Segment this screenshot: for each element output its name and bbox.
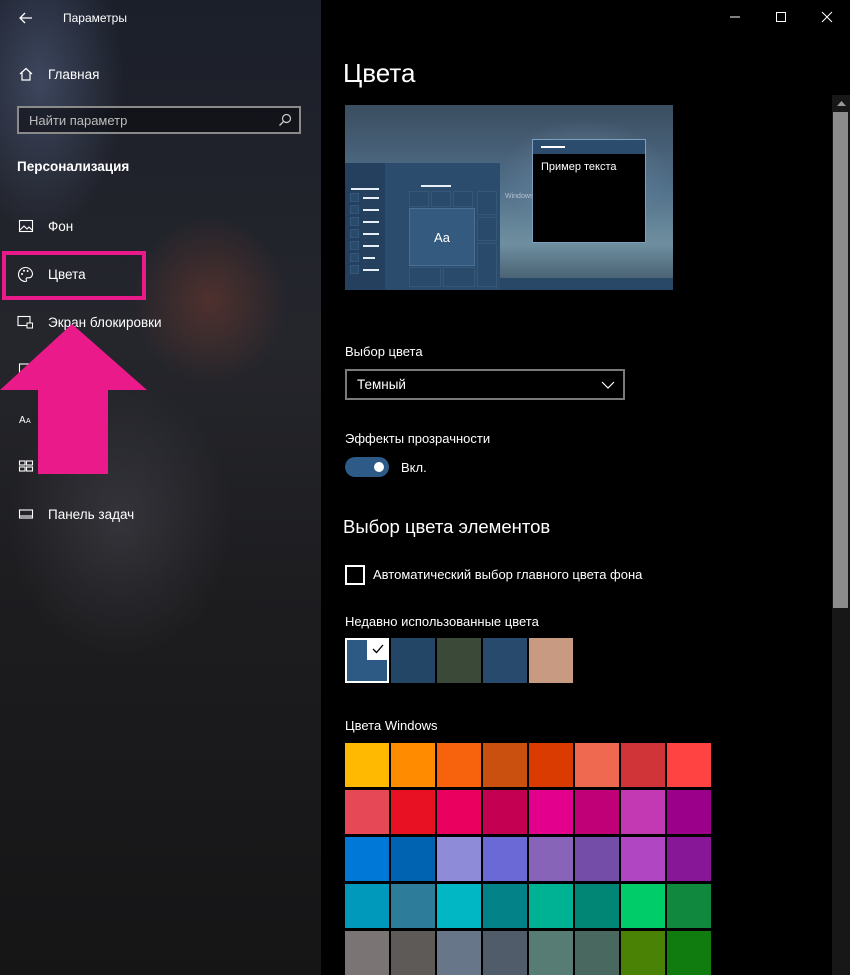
accent-color-swatch[interactable]	[575, 884, 619, 928]
search-input[interactable]	[19, 111, 277, 129]
home-label: Главная	[48, 66, 100, 82]
scroll-up-button[interactable]	[832, 95, 850, 111]
chevron-down-icon	[601, 381, 615, 389]
maximize-button[interactable]	[758, 0, 804, 34]
accent-color-swatch[interactable]	[575, 743, 619, 787]
home-icon	[17, 66, 34, 83]
close-icon	[821, 11, 833, 23]
transparency-label: Эффекты прозрачности	[345, 431, 491, 446]
accent-color-swatch[interactable]	[667, 743, 711, 787]
preview-windows-logo-text: Windows	[505, 193, 534, 200]
accent-color-swatch[interactable]	[667, 884, 711, 928]
transparency-state: Вкл.	[401, 460, 427, 475]
accent-color-swatch[interactable]	[345, 790, 389, 834]
recent-color-swatch[interactable]	[391, 638, 435, 683]
color-mode-dropdown[interactable]: Темный	[345, 369, 625, 400]
accent-color-swatch[interactable]	[621, 884, 665, 928]
accent-color-swatch[interactable]	[391, 884, 435, 928]
accent-color-swatch[interactable]	[437, 837, 481, 881]
color-choice-label: Выбор цвета	[345, 344, 423, 359]
window-controls	[712, 0, 850, 34]
accent-color-swatch[interactable]	[345, 837, 389, 881]
accent-color-swatch[interactable]	[483, 884, 527, 928]
scrollbar-thumb[interactable]	[833, 112, 848, 608]
back-arrow-icon[interactable]	[16, 8, 36, 28]
recent-color-swatch[interactable]	[483, 638, 527, 683]
accent-color-swatch[interactable]	[437, 743, 481, 787]
maximize-icon	[776, 12, 786, 22]
search-icon[interactable]	[277, 112, 293, 128]
transparency-toggle[interactable]	[345, 457, 389, 477]
sidebar-item-background[interactable]: Фон	[17, 216, 73, 236]
preview-taskbar	[500, 278, 673, 290]
minimize-icon	[730, 16, 740, 18]
accent-color-swatch[interactable]	[391, 790, 435, 834]
search-box[interactable]	[17, 106, 301, 134]
window-title: Параметры	[63, 11, 127, 25]
navigation-pane: Параметры Главная Персонализация Фон Цве…	[0, 0, 321, 975]
chevron-up-icon	[836, 101, 846, 106]
accent-color-swatch[interactable]	[437, 931, 481, 975]
close-button[interactable]	[804, 0, 850, 34]
accent-color-swatch[interactable]	[621, 743, 665, 787]
preview-tile-text: Aa	[409, 208, 475, 266]
color-mode-value: Темный	[357, 377, 406, 392]
accent-color-swatch[interactable]	[391, 931, 435, 975]
recent-color-swatch[interactable]	[345, 638, 389, 683]
auto-accent-checkbox[interactable]	[345, 565, 365, 585]
accent-color-swatch[interactable]	[529, 884, 573, 928]
accent-color-swatch[interactable]	[529, 931, 573, 975]
checkmark-icon	[367, 638, 389, 660]
preview-window: Пример текста	[532, 139, 646, 243]
accent-color-swatch[interactable]	[437, 884, 481, 928]
accent-color-swatch[interactable]	[621, 790, 665, 834]
sidebar-item-taskbar[interactable]: Панель задач	[17, 504, 134, 524]
windows-colors-label: Цвета Windows	[345, 718, 438, 733]
picture-icon	[17, 218, 34, 235]
accent-color-swatch[interactable]	[621, 837, 665, 881]
accent-color-swatch[interactable]	[483, 743, 527, 787]
page-title: Цвета	[343, 58, 416, 88]
accent-color-swatch[interactable]	[345, 884, 389, 928]
accent-color-swatch[interactable]	[529, 743, 573, 787]
recent-color-swatch[interactable]	[529, 638, 573, 683]
windows-colors-grid	[345, 743, 711, 975]
preview-sample-text: Пример текста	[541, 161, 617, 173]
accent-color-swatch[interactable]	[575, 837, 619, 881]
taskbar-icon	[17, 506, 34, 523]
accent-color-swatch[interactable]	[529, 790, 573, 834]
accent-color-swatch[interactable]	[667, 837, 711, 881]
recent-colors	[345, 638, 573, 683]
section-title: Персонализация	[17, 159, 130, 174]
minimize-button[interactable]	[712, 0, 758, 34]
home-link[interactable]: Главная	[17, 64, 99, 84]
accent-color-swatch[interactable]	[483, 837, 527, 881]
accent-color-swatch[interactable]	[483, 931, 527, 975]
theme-preview: Aa Windows Пример текста	[345, 105, 673, 290]
accent-color-swatch[interactable]	[483, 790, 527, 834]
accent-color-swatch[interactable]	[437, 790, 481, 834]
highlight-annotation	[2, 251, 146, 300]
accent-section-title: Выбор цвета элементов	[343, 516, 551, 537]
pointer-arrow-annotation	[0, 324, 147, 474]
accent-color-swatch[interactable]	[391, 837, 435, 881]
accent-color-swatch[interactable]	[345, 743, 389, 787]
accent-color-swatch[interactable]	[621, 931, 665, 975]
accent-color-swatch[interactable]	[667, 790, 711, 834]
recent-color-swatch[interactable]	[437, 638, 481, 683]
accent-color-swatch[interactable]	[345, 931, 389, 975]
auto-accent-label: Автоматический выбор главного цвета фона	[373, 567, 643, 582]
accent-color-swatch[interactable]	[391, 743, 435, 787]
accent-color-swatch[interactable]	[575, 931, 619, 975]
recent-colors-label: Недавно использованные цвета	[345, 614, 539, 629]
sidebar-item-label: Фон	[48, 218, 74, 234]
sidebar-item-label: Панель задач	[48, 506, 135, 522]
accent-color-swatch[interactable]	[529, 837, 573, 881]
accent-color-swatch[interactable]	[575, 790, 619, 834]
accent-color-swatch[interactable]	[667, 931, 711, 975]
